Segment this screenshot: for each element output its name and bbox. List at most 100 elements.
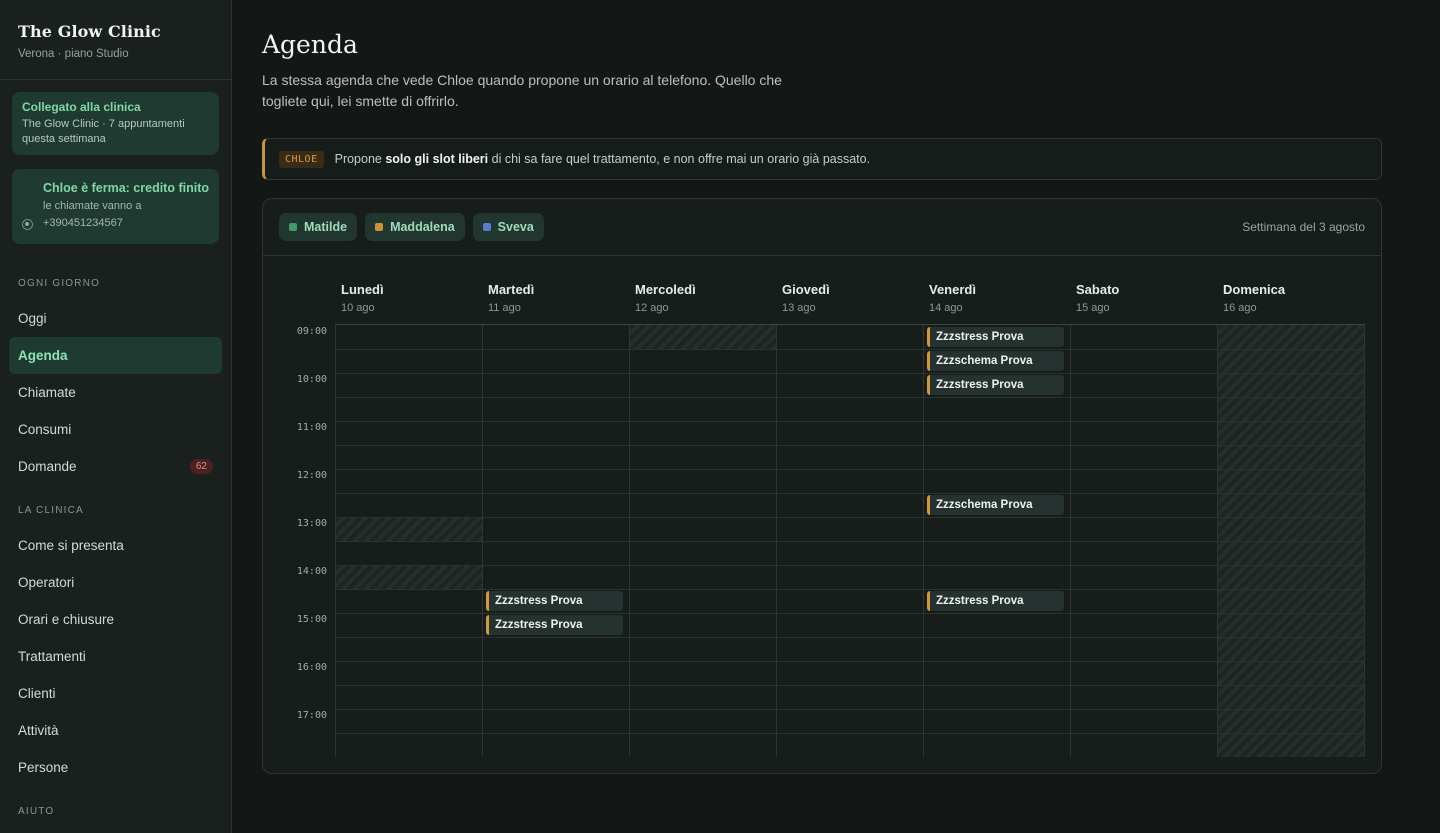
sidebar-item-label: Domande <box>18 459 77 474</box>
sidebar-item-trattamenti[interactable]: Trattamenti <box>9 638 222 675</box>
section-label-ogni-giorno: OGNI GIORNO <box>18 278 101 289</box>
appointment[interactable]: Zzzschema Prova <box>927 495 1064 515</box>
sidebar-item-oggi[interactable]: Oggi <box>9 300 222 337</box>
sidebar: The Glow Clinic Verona · piano Studio Co… <box>0 0 232 833</box>
operator-name: Sveva <box>497 220 534 234</box>
time-label-1200: 12:00 <box>296 470 327 481</box>
connection-status-title: Collegato alla clinica <box>22 100 141 114</box>
notice-text: Propone solo gli slot liberi di chi sa f… <box>335 152 870 166</box>
appointment[interactable]: Zzzstress Prova <box>486 615 623 635</box>
day-date: 10 ago <box>341 302 375 314</box>
operator-color-dot <box>289 223 297 231</box>
day-date: 12 ago <box>635 302 669 314</box>
chloe-notice: CHLOE Propone solo gli slot liberi di ch… <box>262 138 1382 180</box>
day-header-sabato: Sabato 15 ago <box>1070 282 1217 314</box>
day-header-domenica: Domenica 16 ago <box>1217 282 1364 314</box>
sidebar-item-label: Operatori <box>18 575 75 590</box>
sidebar-item-domande[interactable]: Domande 62 <box>9 448 222 485</box>
sidebar-item-label: Orari e chiusure <box>18 612 115 627</box>
sidebar-item-operatori[interactable]: Operatori <box>9 564 222 601</box>
appointment[interactable]: Zzzstress Prova <box>486 591 623 611</box>
status-radio-icon <box>22 219 33 230</box>
time-label-1400: 14:00 <box>296 566 327 577</box>
sidebar-item-chiamate[interactable]: Chiamate <box>9 374 222 411</box>
brand-title: The Glow Clinic <box>18 22 161 41</box>
appointment[interactable]: Zzzstress Prova <box>927 375 1064 395</box>
appointment[interactable]: Zzzstress Prova <box>927 327 1064 347</box>
sidebar-item-clienti[interactable]: Clienti <box>9 675 222 712</box>
day-name: Martedì <box>488 282 535 297</box>
day-header-venerdi: Venerdì 14 ago <box>923 282 1070 314</box>
sidebar-item-label: Oggi <box>18 311 47 326</box>
day-column-domenica[interactable] <box>1218 325 1365 757</box>
day-name: Mercoledì <box>635 282 696 297</box>
day-header-mercoledi: Mercoledì 12 ago <box>629 282 776 314</box>
day-name: Venerdì <box>929 282 976 297</box>
day-column-sabato[interactable] <box>1071 325 1218 757</box>
operator-chip-sveva[interactable]: Sveva <box>472 213 544 241</box>
day-date: 15 ago <box>1076 302 1110 314</box>
day-column-mercoledi[interactable] <box>630 325 777 757</box>
sidebar-item-attivita[interactable]: Attività <box>9 712 222 749</box>
sidebar-item-label: Attività <box>18 723 59 738</box>
day-name: Domenica <box>1223 282 1286 297</box>
sidebar-item-label: Come si presenta <box>18 538 124 553</box>
main-content: Agenda La stessa agenda che vede Chloe q… <box>262 0 1382 774</box>
operator-color-dot <box>482 223 491 231</box>
sidebar-item-label: Clienti <box>18 686 56 701</box>
time-label-1300: 13:00 <box>296 518 327 529</box>
operator-chip-matilde[interactable]: Matilde <box>279 213 358 241</box>
week-label: Settimana del 3 agosto <box>1242 220 1365 234</box>
sidebar-item-label: Consumi <box>18 422 72 437</box>
sidebar-item-label: Chiamate <box>18 385 76 400</box>
agenda-toolbar: Matilde Maddalena Sveva Settimana del 3 ag… <box>263 199 1381 256</box>
chloe-status-card[interactable]: Chloe è ferma: credito finito le chiamat… <box>12 169 219 244</box>
connection-status-body: The Glow Clinic · 7 appuntamenti questa … <box>22 118 185 145</box>
appointment[interactable]: Zzzstress Prova <box>927 591 1064 611</box>
operator-name: Matilde <box>304 220 348 234</box>
time-column: 09:00 10:00 11:00 12:00 13:00 14:00 15:00 16:00… <box>278 324 335 756</box>
notice-text-bold: solo gli slot liberi <box>385 152 489 166</box>
day-date: 16 ago <box>1223 302 1257 314</box>
calendar-grid: 09:00 10:00 11:00 12:00 13:00 14:00 15:00 16:00… <box>278 324 1365 757</box>
day-name: Sabato <box>1076 282 1120 297</box>
time-label-1000: 10:00 <box>296 374 327 385</box>
day-header-lunedi: Lunedì 10 ago <box>335 282 482 314</box>
sidebar-item-agenda[interactable]: Agenda <box>9 337 222 374</box>
nav-list-ogni-giorno: Oggi Agenda Chiamate Consumi Domande 62 <box>0 300 231 485</box>
sidebar-item-persone[interactable]: Persone <box>9 749 222 786</box>
day-header-giovedi: Giovedì 13 ago <box>776 282 923 314</box>
sidebar-item-label: Agenda <box>18 348 68 363</box>
brand-subtitle: Verona · piano Studio <box>18 48 129 60</box>
connection-status-card: Collegato alla clinica The Glow Clinic ·… <box>12 92 219 155</box>
notice-text-before: Propone <box>334 152 386 166</box>
appointment[interactable]: Zzzschema Prova <box>927 351 1064 371</box>
chloe-status-title: Chloe è ferma: credito finito <box>43 181 209 195</box>
day-column-giovedi[interactable] <box>777 325 924 757</box>
notice-text-after: di chi sa fare quel trattamento, e non o… <box>488 152 871 166</box>
page-title: Agenda <box>262 30 358 59</box>
chloe-status-body: le chiamate vanno a +390451234567 <box>43 200 142 229</box>
day-name: Lunedì <box>341 282 384 297</box>
sidebar-nav: OGNI GIORNO Oggi Agenda Chiamate Consumi Doma… <box>0 278 231 820</box>
sidebar-item-orari-e-chiusure[interactable]: Orari e chiusure <box>9 601 222 638</box>
day-column-lunedi[interactable] <box>336 325 483 757</box>
sidebar-item-label: Persone <box>18 760 69 775</box>
sidebar-item-label: Trattamenti <box>18 649 86 664</box>
day-column-martedi[interactable] <box>483 325 630 757</box>
chloe-tag: CHLOE <box>279 150 324 168</box>
time-label-0900: 09:00 <box>296 326 327 337</box>
sidebar-item-consumi[interactable]: Consumi <box>9 411 222 448</box>
time-label-1700: 17:00 <box>296 710 327 721</box>
operator-chip-maddalena[interactable]: Maddalena <box>365 213 465 241</box>
count-badge: 62 <box>189 459 213 474</box>
sidebar-item-come-si-presenta[interactable]: Come si presenta <box>9 527 222 564</box>
nav-list-la-clinica: Come si presenta Operatori Orari e chiusur… <box>0 527 231 786</box>
day-date: 13 ago <box>782 302 816 314</box>
section-label-aiuto: AIUTO <box>18 806 55 817</box>
day-date: 11 ago <box>488 302 521 314</box>
section-label-la-clinica: LA CLINICA <box>18 505 84 516</box>
time-label-1600: 16:00 <box>296 662 327 673</box>
agenda-calendar: Matilde Maddalena Sveva Settimana del 3 ag… <box>262 198 1382 774</box>
operator-filters: Matilde Maddalena Sveva <box>279 213 544 241</box>
